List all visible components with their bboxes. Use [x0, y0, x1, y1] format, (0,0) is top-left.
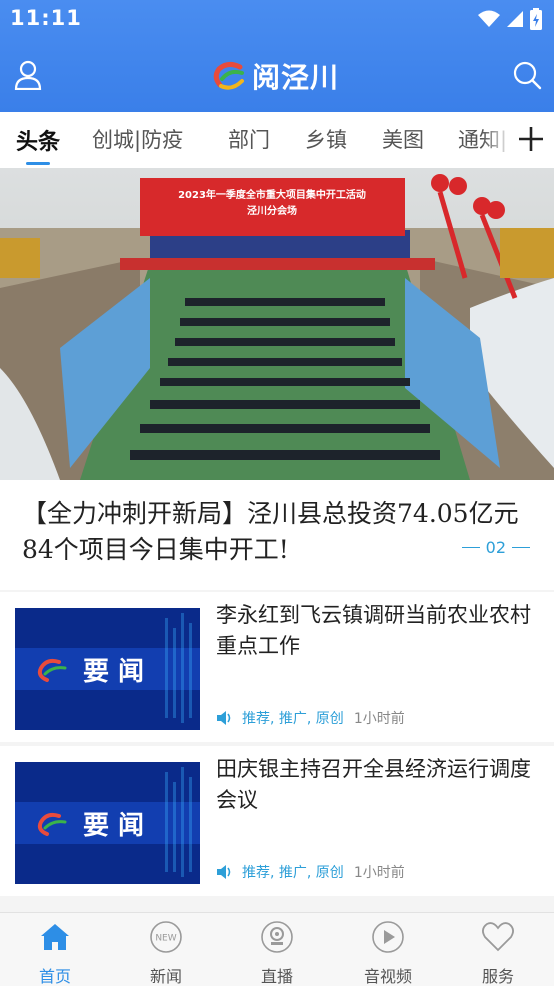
- news-meta: 推荐, 推广, 原创 1小时前: [216, 708, 405, 728]
- banner-pager: 02: [461, 538, 530, 557]
- new-badge-text: NEW: [155, 934, 176, 944]
- news-headline[interactable]: 田庆银主持召开全县经济运行调度会议: [216, 754, 542, 816]
- active-tab-indicator: [26, 162, 50, 165]
- speaker-icon[interactable]: [216, 864, 234, 880]
- news-tags: 推荐, 推广, 原创: [242, 865, 344, 881]
- search-icon[interactable]: [512, 60, 542, 90]
- heart-icon: [482, 922, 514, 952]
- play-icon: [372, 921, 404, 953]
- tab-civilization-epidemic[interactable]: 创城|防疫: [92, 124, 183, 154]
- status-icons: [478, 8, 542, 30]
- news-item[interactable]: 要 闻 李永红到飞云镇调研当前农业农村重点工作 推荐, 推广, 原创 1小时前: [0, 592, 554, 742]
- banner-title[interactable]: 【全力冲刺开新局】泾川县总投资74.05亿元84个项目今日集中开工!: [22, 496, 532, 568]
- groundbreaking-ceremony-photo: 2023年一季度全市重大项目集中开工活动 泾川分会场: [0, 168, 554, 480]
- battery-icon: [530, 8, 542, 30]
- news-thumbnail: 要 闻: [15, 762, 200, 884]
- news-time: 1小时前: [353, 711, 405, 727]
- tab-towns[interactable]: 乡镇: [305, 124, 347, 154]
- tabs-fade: [482, 112, 512, 168]
- nav-live-label: 直播: [260, 967, 293, 986]
- pager-number: 02: [485, 538, 506, 557]
- status-bar: 11:11: [0, 0, 554, 38]
- sign-line-1: 2023年一季度全市重大项目集中开工活动: [178, 188, 366, 201]
- news-headline[interactable]: 李永红到飞云镇调研当前农业农村重点工作: [216, 600, 542, 662]
- logo-mark-icon: [213, 61, 244, 90]
- news-thumbnail: 要 闻: [15, 608, 200, 730]
- app-name: 阅泾川: [252, 61, 340, 94]
- nav-av[interactable]: 音视频: [348, 919, 428, 986]
- new-badge-icon: NEW: [150, 921, 182, 953]
- nav-av-label: 音视频: [363, 967, 412, 986]
- top-bar: 11:11 阅泾川: [0, 0, 554, 112]
- bottom-navigation: 首页 NEW 新闻 直播 音视频 服务: [0, 912, 554, 986]
- sign-line-2: 泾川分会场: [247, 204, 297, 217]
- speaker-icon[interactable]: [216, 710, 234, 726]
- add-channel-icon[interactable]: [514, 122, 548, 156]
- banner-image[interactable]: 2023年一季度全市重大项目集中开工活动 泾川分会场: [0, 168, 554, 480]
- status-time: 11:11: [10, 6, 82, 30]
- user-icon[interactable]: [14, 60, 42, 90]
- wifi-icon: [478, 10, 500, 27]
- news-meta: 推荐, 推广, 原创 1小时前: [216, 862, 405, 882]
- live-icon: [261, 921, 293, 953]
- thumb-label: 要 闻: [83, 811, 144, 841]
- thumb-label: 要 闻: [83, 657, 144, 687]
- news-time: 1小时前: [353, 865, 405, 881]
- tab-departments[interactable]: 部门: [228, 124, 270, 154]
- signal-icon: [507, 11, 523, 27]
- nav-live[interactable]: 直播: [237, 919, 317, 986]
- app-logo: 阅泾川: [212, 56, 339, 96]
- tab-headlines[interactable]: 头条: [16, 124, 60, 156]
- news-tags: 推荐, 推广, 原创: [242, 711, 344, 727]
- nav-home-label: 首页: [38, 967, 71, 986]
- nav-home[interactable]: 首页: [15, 919, 95, 986]
- pager-line-left: [461, 547, 480, 548]
- home-icon: [41, 924, 69, 950]
- nav-services-label: 服务: [481, 967, 514, 986]
- banner-caption[interactable]: 【全力冲刺开新局】泾川县总投资74.05亿元84个项目今日集中开工! 02: [0, 480, 554, 590]
- news-item[interactable]: 要 闻 田庆银主持召开全县经济运行调度会议 推荐, 推广, 原创 1小时前: [0, 746, 554, 896]
- nav-services[interactable]: 服务: [458, 919, 538, 986]
- tab-gallery[interactable]: 美图: [382, 124, 424, 154]
- pager-line-right: [512, 547, 530, 548]
- nav-news-label: 新闻: [149, 967, 182, 986]
- nav-news[interactable]: NEW 新闻: [126, 919, 206, 986]
- app-header: 阅泾川: [0, 44, 554, 104]
- channel-tabs: 头条 创城|防疫 部门 乡镇 美图 通知|: [0, 112, 554, 168]
